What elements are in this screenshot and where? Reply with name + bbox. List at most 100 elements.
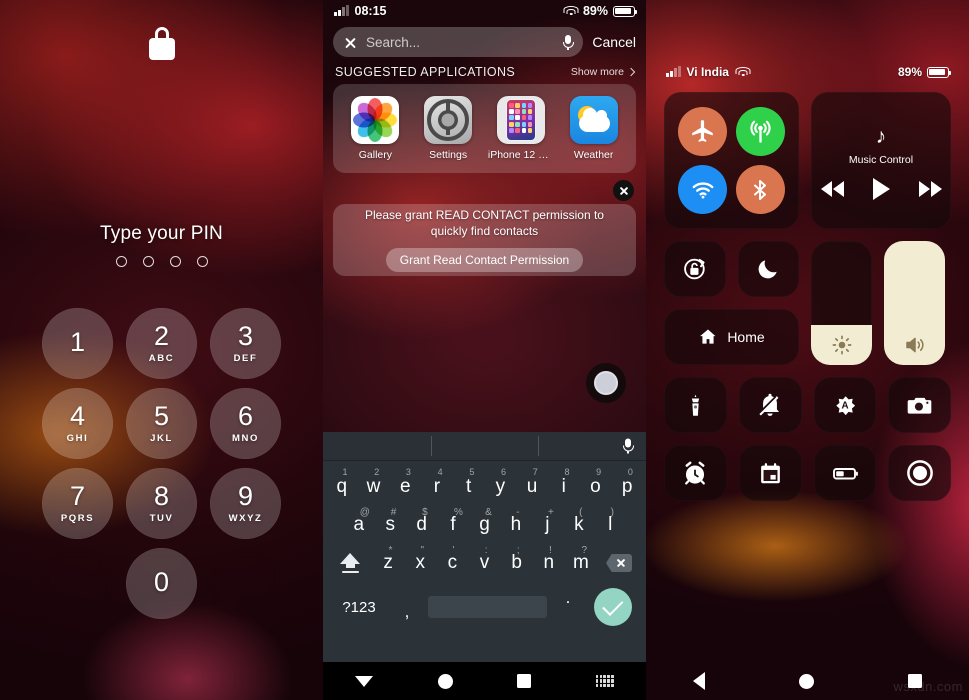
home-tile[interactable]: Home <box>664 309 799 365</box>
symbols-key[interactable]: ?123 <box>332 588 386 626</box>
keypad-key-3[interactable]: 3 DEF <box>210 308 281 379</box>
cellular-data-icon[interactable] <box>735 106 785 156</box>
close-permission-banner-button[interactable] <box>613 180 634 201</box>
key-f[interactable]: % f <box>437 506 468 544</box>
keypad-key-5[interactable]: 5 JKL <box>126 388 197 459</box>
key-d[interactable]: $ d <box>406 506 437 544</box>
key-b[interactable]: ; b <box>501 544 533 582</box>
iphone-12-settings-icon <box>496 96 545 144</box>
music-transport-controls <box>820 177 942 200</box>
flashlight-icon[interactable] <box>664 377 727 433</box>
key-r[interactable]: 4r <box>421 467 453 506</box>
do-not-disturb-moon-icon[interactable] <box>737 241 799 297</box>
key-z[interactable]: * z <box>372 544 404 582</box>
grant-read-contact-permission-button[interactable]: Grant Read Contact Permission <box>385 248 584 273</box>
keypad-row: 0 <box>42 548 281 619</box>
music-note-icon: ♪ <box>875 124 887 148</box>
cancel-button[interactable]: Cancel <box>592 34 636 50</box>
back-arrow-icon[interactable] <box>693 672 705 690</box>
app-item-weather[interactable]: Weather <box>561 96 627 161</box>
key-s[interactable]: # s <box>374 506 405 544</box>
app-item-iphone12-settings[interactable]: iPhone 12 Setti... <box>488 96 554 161</box>
keypad-key-7[interactable]: 7 PQRS <box>42 468 113 539</box>
shift-key[interactable] <box>328 544 372 582</box>
home-circle-icon[interactable] <box>799 673 814 689</box>
key-n[interactable]: ! n <box>533 544 565 582</box>
home-label: Home <box>727 329 765 345</box>
keypad-key-4[interactable]: 4 GHI <box>42 388 113 459</box>
keypad-digit: 1 <box>69 326 86 357</box>
low-power-battery-icon[interactable] <box>813 445 877 501</box>
key-i[interactable]: 8i <box>548 467 580 506</box>
brightness-sun-icon <box>811 325 872 365</box>
period-key[interactable]: . <box>551 588 585 626</box>
key-j[interactable]: + j <box>532 506 563 544</box>
keypad-letters: JKL <box>150 433 173 444</box>
key-m[interactable]: ? m <box>565 544 597 582</box>
key-v[interactable]: :v <box>468 544 500 582</box>
key-k[interactable]: (k <box>563 506 594 544</box>
key-q[interactable]: 1q <box>326 467 358 506</box>
music-control-tile[interactable]: ♪ Music Control <box>811 92 951 229</box>
key-t[interactable]: 5t <box>453 467 485 506</box>
keypad-digit: 3 <box>237 321 254 351</box>
key-sup: - <box>516 507 520 518</box>
key-c[interactable]: ' c <box>436 544 468 582</box>
voice-search-mic-icon[interactable] <box>563 34 575 50</box>
backspace-key[interactable] <box>597 544 641 582</box>
airplane-mode-icon[interactable] <box>678 106 728 156</box>
play-icon[interactable] <box>872 177 890 200</box>
screen-record-icon[interactable] <box>888 445 951 501</box>
back-triangle-icon[interactable] <box>355 675 374 687</box>
recents-square-icon[interactable] <box>517 674 532 688</box>
key-h[interactable]: -h <box>500 506 531 544</box>
mute-bell-off-icon[interactable] <box>738 377 802 433</box>
key-y[interactable]: 6y <box>485 467 517 506</box>
key-w[interactable]: 2w <box>358 467 390 506</box>
wifi-icon <box>563 6 579 16</box>
search-placeholder: Search... <box>366 34 421 50</box>
bluetooth-icon[interactable] <box>735 165 785 215</box>
brightness-slider[interactable] <box>811 241 872 365</box>
wifi-icon[interactable] <box>678 165 728 215</box>
key-u[interactable]: 7u <box>516 467 548 506</box>
rotation-lock-icon[interactable] <box>664 241 726 297</box>
keyboard-mic-icon[interactable] <box>623 438 634 454</box>
camera-icon[interactable] <box>888 377 951 433</box>
keyboard-icon[interactable] <box>595 675 614 687</box>
keypad-key-8[interactable]: 8 TUV <box>126 468 197 539</box>
keypad-key-9[interactable]: 9 WXYZ <box>210 468 281 539</box>
app-item-gallery[interactable]: Gallery <box>342 96 408 161</box>
key-e[interactable]: 3e <box>389 467 421 506</box>
rewind-icon[interactable] <box>820 180 844 197</box>
key-p[interactable]: 0p <box>611 467 643 506</box>
clear-search-icon[interactable] <box>344 36 357 49</box>
space-key[interactable] <box>428 596 547 618</box>
key-label: t <box>466 476 472 497</box>
key-l[interactable]: ) l <box>595 506 626 544</box>
keypad-key-0[interactable]: 0 <box>126 548 197 619</box>
keypad-letters: ABC <box>148 353 175 364</box>
alarm-clock-icon[interactable] <box>664 445 727 501</box>
control-center-panel: Vi India 89% ♪ Music Control Home A wsxd… <box>646 0 969 700</box>
show-more-button[interactable]: Show more <box>571 66 636 78</box>
assistive-touch-button[interactable] <box>586 363 626 403</box>
keypad-key-2[interactable]: 2 ABC <box>126 308 197 379</box>
enter-key[interactable] <box>589 588 637 626</box>
keypad-key-6[interactable]: 6 MNO <box>210 388 281 459</box>
comma-key[interactable]: , <box>390 588 424 626</box>
keypad-key-1[interactable]: 1 <box>42 308 113 379</box>
home-circle-icon[interactable] <box>437 673 453 689</box>
key-sup: % <box>453 507 463 518</box>
auto-brightness-icon[interactable]: A <box>813 377 877 433</box>
key-a[interactable]: @ a <box>343 506 374 544</box>
volume-slider[interactable] <box>884 241 945 365</box>
search-input[interactable]: Search... <box>333 27 584 57</box>
key-g[interactable]: & g <box>469 506 500 544</box>
key-o[interactable]: 9o <box>580 467 612 506</box>
key-x[interactable]: " x <box>404 544 436 582</box>
app-item-settings[interactable]: Settings <box>415 96 481 161</box>
fast-forward-icon[interactable] <box>918 180 942 197</box>
key-sup: 8 <box>564 467 570 477</box>
calendar-icon[interactable] <box>738 445 802 501</box>
